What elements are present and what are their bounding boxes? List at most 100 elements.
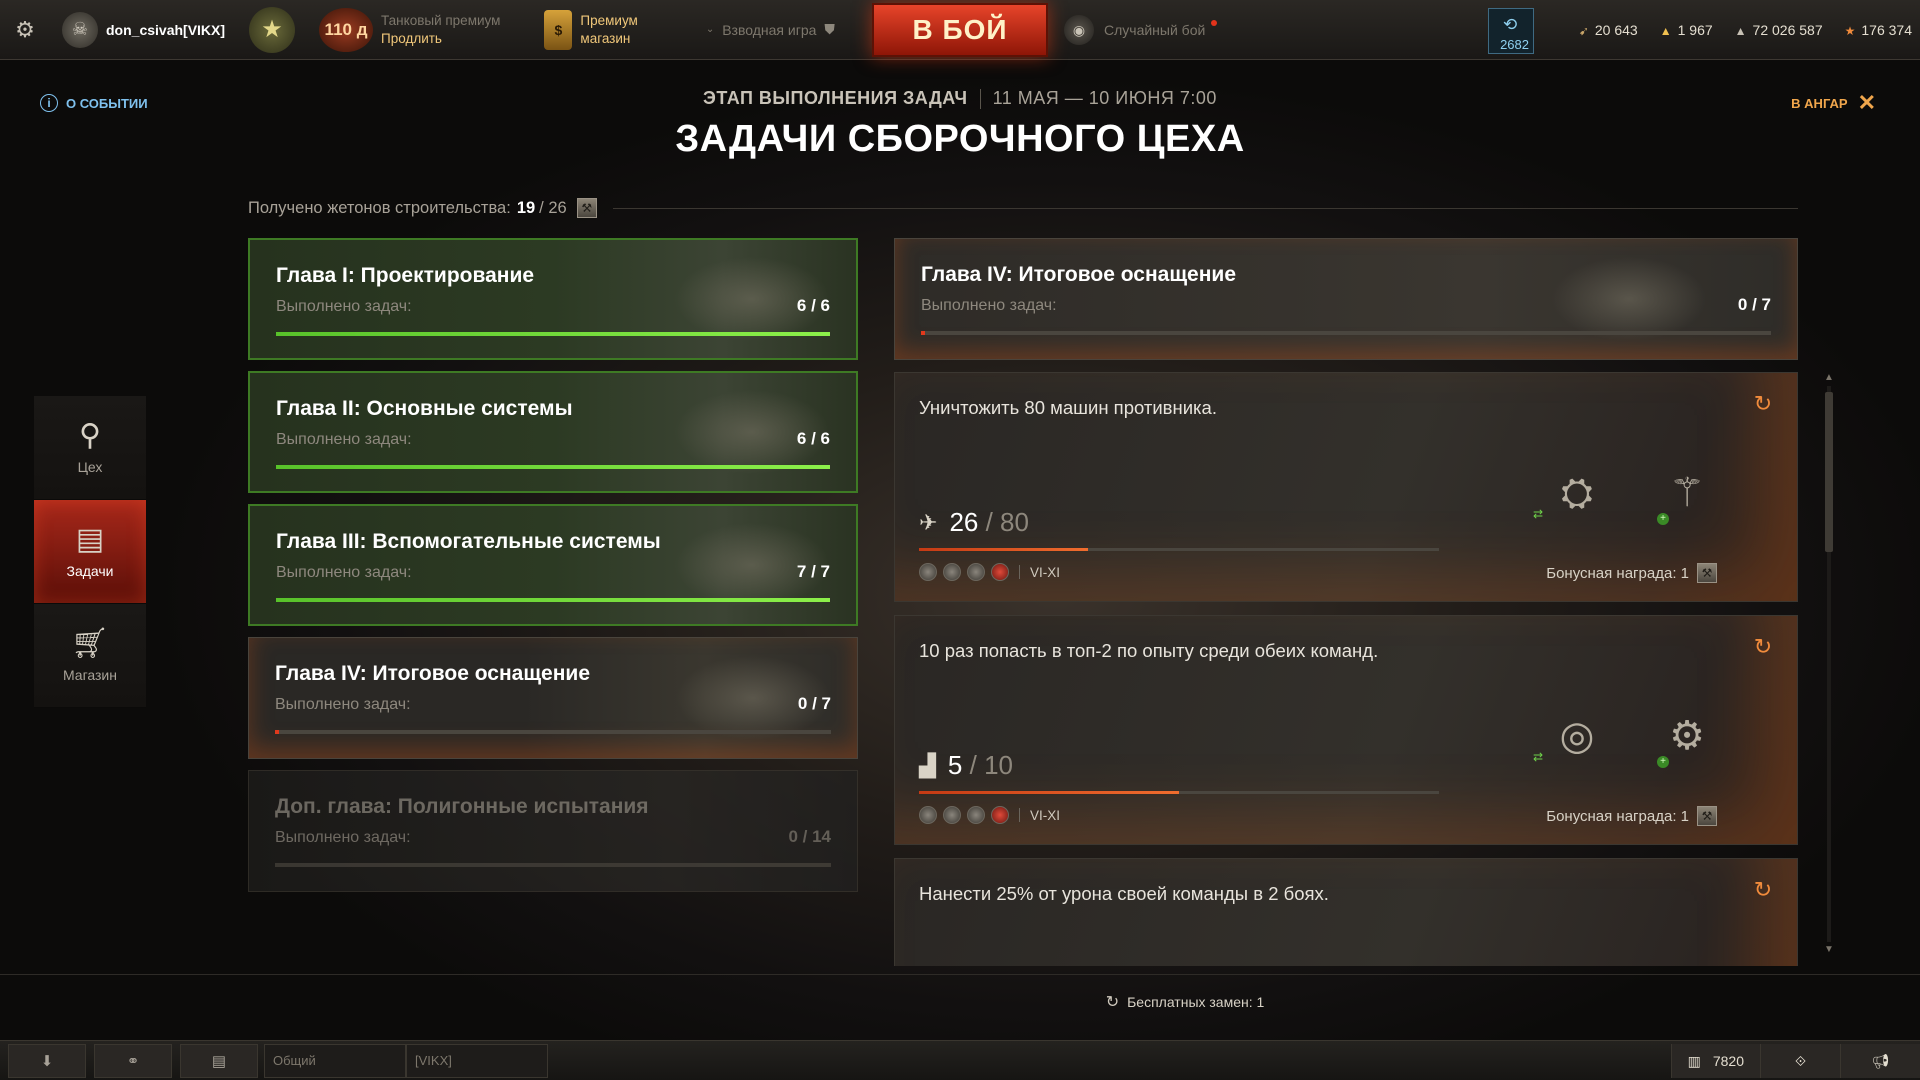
battle-mode-selector[interactable]: ◉ Случайный бой — [1064, 10, 1218, 50]
notification-dot-icon — [1211, 20, 1218, 26]
chapter-card[interactable]: Глава III: Вспомогательные системы Выпол… — [248, 504, 858, 626]
chapter-title: Глава III: Вспомогательные системы — [276, 530, 661, 553]
sidebar: ⚲ Цех ▤ Задачи 🛒︎ Магазин — [34, 396, 146, 708]
reward-icon[interactable]: ◉ — [1537, 939, 1617, 966]
nation-icon — [967, 563, 985, 581]
wallet-item-gold[interactable]: ▲ 1 967 — [1660, 22, 1713, 38]
wallet-item-free-xp[interactable]: ★ 176 374 — [1845, 22, 1912, 38]
free-xp-value: 2682 — [1500, 37, 1529, 52]
xp-icon: ➹ — [1578, 24, 1589, 38]
chapter-subtitle: Выполнено задач: — [276, 564, 412, 581]
selected-chapter: Глава IV: Итоговое оснащение Выполнено з… — [894, 238, 1798, 360]
chapter-image — [1377, 239, 1797, 359]
replace-task-icon[interactable]: ↻ — [1751, 636, 1775, 660]
friends-button[interactable]: ⚭ — [94, 1043, 172, 1078]
cart-icon: 🛒︎ — [70, 626, 110, 660]
reward-icon[interactable]: ▦ — [1647, 939, 1727, 966]
wallet-item-credits[interactable]: ▲ 72 026 587 — [1735, 22, 1823, 38]
nation-icon — [919, 806, 937, 824]
free-xp-widget[interactable]: ⟲ 2682 — [1488, 8, 1534, 54]
replace-task-icon[interactable]: ↻ — [1751, 879, 1775, 903]
chapter-card-selected[interactable]: Глава IV: Итоговое оснащение Выполнено з… — [248, 637, 858, 759]
battle-button[interactable]: В БОЙ — [872, 3, 1048, 57]
sidebar-item-workshop[interactable]: ⚲ Цех — [34, 396, 146, 500]
bonus-reward-label: Бонусная награда: 1 — [1546, 807, 1689, 825]
bottom-bar-right: ▥ 7820 ⟐ 📢︎ — [1670, 1041, 1920, 1080]
star-icon: ★ — [1844, 24, 1856, 38]
task-description: Уничтожить 80 машин противника. — [919, 397, 1217, 418]
chapter-count: 7 / 7 — [796, 562, 830, 581]
scroll-thumb[interactable] — [1825, 392, 1833, 552]
task-conditions: VI-XI — [919, 806, 1060, 824]
reward-gun-icon[interactable]: ⚚ + — [1647, 453, 1727, 533]
service-channel-button[interactable]: ⟐ — [1760, 1044, 1840, 1078]
chapter-subtitle: Выполнено задач: — [276, 298, 412, 315]
premium-shop-button[interactable]: $ Премиум магазин — [532, 0, 649, 60]
online-count: 7820 — [1712, 1053, 1744, 1069]
chapter-count: 0 / 7 — [1737, 295, 1771, 314]
chat-channel-label: [VIKX] — [415, 1053, 452, 1068]
settings-gear-icon[interactable]: ⚙ — [0, 0, 50, 60]
task-card: Уничтожить 80 машин противника. ↻ ✈ 26 /… — [894, 372, 1798, 602]
scroll-up-icon[interactable]: ▲ — [1822, 372, 1836, 384]
progress-fill — [276, 465, 830, 469]
divider — [612, 207, 1798, 209]
chapter-card[interactable]: Глава I: Проектирование Выполнено задач:… — [248, 238, 858, 360]
nation-icon — [991, 806, 1009, 824]
sidebar-item-shop[interactable]: 🛒︎ Магазин — [34, 604, 146, 708]
premium-account[interactable]: 110 д Танковый премиум Продлить — [307, 0, 512, 60]
divider — [1019, 565, 1020, 579]
stage-info: ЭТАП ВЫПОЛНЕНИЯ ЗАДАЧ 11 МАЯ — 10 ИЮНЯ 7:… — [0, 88, 1920, 110]
player-name: don_csivah[VIKX] — [106, 21, 226, 38]
chapter-card-locked[interactable]: Доп. глава: Полигонные испытания Выполне… — [248, 770, 858, 892]
premium-days-badge: 110 д — [319, 7, 374, 52]
chapter-progress-bar — [276, 598, 830, 602]
chat-button[interactable]: ▤ — [180, 1043, 258, 1078]
progress-fill — [275, 730, 279, 734]
reward-optics-icon[interactable]: ◎ ⇄ — [1533, 696, 1617, 776]
shop-label-1: Премиум — [580, 12, 638, 28]
reward-turret-icon[interactable]: ⛭ ⇄ — [1533, 453, 1617, 533]
notifications-button[interactable]: 📢︎ — [1840, 1044, 1920, 1078]
replace-task-icon[interactable]: ↻ — [1751, 393, 1775, 417]
chapter-count: 0 / 7 — [797, 694, 831, 713]
token-icon: ⚒ — [576, 198, 597, 218]
wallet-value: 72 026 587 — [1752, 22, 1823, 38]
destroyed-tank-icon: ✈ — [919, 509, 938, 535]
scroll-down-icon[interactable]: ▼ — [1822, 944, 1836, 956]
chapter-progress-bar — [276, 332, 830, 336]
handshake-icon: ⚭ — [126, 1052, 140, 1070]
chat-channel-label: Общий — [273, 1053, 316, 1068]
podium-icon: ▟ — [919, 752, 936, 778]
user-menu-button[interactable]: ⬇ — [8, 1043, 86, 1078]
premium-extend-link[interactable]: Продлить — [381, 30, 500, 48]
premium-label: Танковый премиум — [381, 12, 501, 28]
task-rewards: ◉ ▦ — [1537, 939, 1727, 966]
sidebar-item-tasks[interactable]: ▤ Задачи — [34, 500, 146, 604]
nation-icon — [943, 563, 961, 581]
online-counter[interactable]: ▥ 7820 — [1670, 1044, 1760, 1078]
shop-label-2: магазин — [580, 30, 631, 46]
plus-icon: + — [1657, 513, 1669, 525]
wallet-value: 20 643 — [1594, 22, 1638, 38]
chapter-title: Глава IV: Итоговое оснащение — [275, 662, 590, 685]
player-info[interactable]: ☠ don_csivah[VIKX] — [50, 0, 237, 60]
divider — [979, 89, 981, 110]
rank-star-icon: ★ — [249, 6, 296, 53]
platoon-button[interactable]: ⌄ Взводная игра ⛊ — [694, 0, 847, 60]
chapter-progress-bar — [275, 730, 831, 734]
rank-badge[interactable]: ★ — [237, 0, 307, 60]
replace-icon: ↻ — [1105, 994, 1120, 1011]
sidebar-item-label: Магазин — [62, 666, 117, 683]
reward-engine-icon[interactable]: ⚙ + — [1647, 696, 1727, 776]
sidebar-item-label: Цех — [77, 458, 103, 475]
chat-channel-clan[interactable]: [VIKX] — [406, 1043, 548, 1078]
chapter-card[interactable]: Глава II: Основные системы Выполнено зад… — [248, 371, 858, 493]
chat-channel-general[interactable]: Общий — [264, 1043, 406, 1078]
progress-fill — [276, 598, 830, 602]
divider — [0, 974, 1920, 975]
task-list-scrollbar[interactable]: ▲ ▼ — [1822, 372, 1836, 956]
progress-fill — [276, 332, 830, 336]
stats-icon: ▥ — [1687, 1052, 1701, 1069]
wallet-item-xp[interactable]: ➹ 20 643 — [1579, 22, 1638, 38]
